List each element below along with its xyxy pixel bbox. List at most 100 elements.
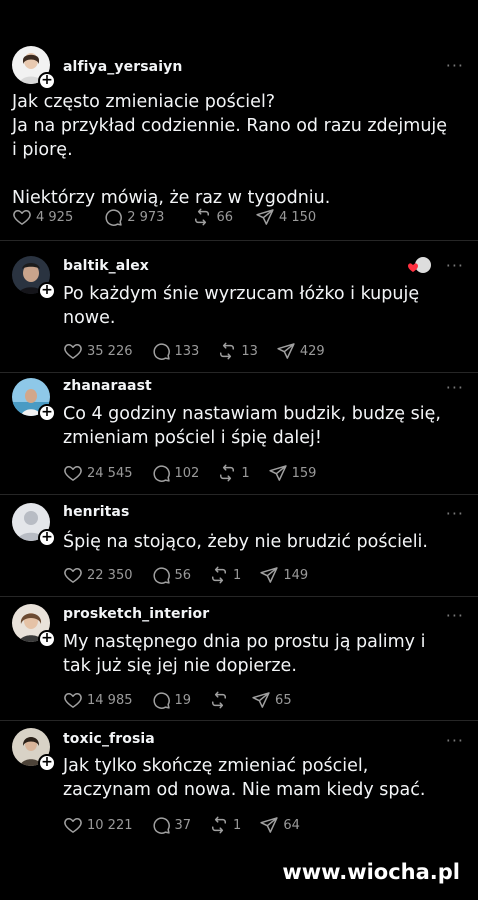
more-icon[interactable]: ··· (446, 504, 464, 523)
share-button[interactable]: 65 (251, 690, 292, 710)
comment-count: 56 (174, 567, 192, 583)
avatar[interactable]: + (12, 256, 56, 300)
share-count: 64 (283, 817, 300, 833)
more-icon[interactable]: ··· (446, 256, 464, 275)
comment-button[interactable]: 133 (151, 341, 199, 361)
avatar[interactable]: + (12, 46, 56, 90)
share-count: 65 (275, 692, 292, 708)
like-button[interactable]: 22 350 (63, 565, 133, 585)
heart-icon (12, 207, 32, 227)
reply-text: Jak tylko skończę zmieniać pościel, zacz… (63, 756, 426, 800)
follow-plus-icon[interactable]: + (38, 754, 56, 772)
reply-username[interactable]: toxic_frosia (63, 731, 155, 747)
repost-count: 13 (241, 343, 258, 359)
share-icon (251, 690, 271, 710)
reply-text: Po każdym śnie wyrzucam łóżko i kupuję n… (63, 284, 420, 328)
like-count: 22 350 (87, 567, 133, 583)
repost-button[interactable]: 1 (217, 463, 250, 483)
comment-button[interactable]: 56 (151, 565, 192, 585)
avatar[interactable]: + (12, 728, 56, 772)
divider (0, 596, 478, 597)
heart-icon (63, 565, 83, 585)
comment-icon (151, 463, 171, 483)
follow-plus-icon[interactable]: + (38, 404, 56, 422)
share-icon (276, 341, 296, 361)
repost-button[interactable]: 13 (217, 341, 258, 361)
comment-count: 102 (174, 465, 200, 481)
reply-username[interactable]: baltik_alex (63, 258, 149, 274)
comment-count: 19 (174, 692, 192, 708)
avatar[interactable]: + (12, 378, 56, 422)
reply-actions: 14 985 19 65 (63, 689, 310, 711)
like-button[interactable]: 10 221 (63, 815, 133, 835)
heart-icon (63, 815, 83, 835)
share-icon (255, 207, 275, 227)
repost-icon (192, 207, 212, 227)
repost-button[interactable]: 1 (209, 565, 241, 585)
share-count: 159 (291, 465, 317, 481)
reply-username[interactable]: prosketch_interior (63, 606, 209, 622)
reply-username[interactable]: zhanaraast (63, 378, 152, 394)
share-count: 149 (283, 567, 309, 583)
like-count: 14 985 (87, 692, 133, 708)
share-button[interactable]: 429 (276, 341, 325, 361)
share-button[interactable]: 149 (259, 565, 308, 585)
author-liked-icon (408, 257, 431, 273)
follow-plus-icon[interactable]: + (38, 529, 56, 547)
reply-username[interactable]: henritas (63, 504, 129, 520)
repost-button[interactable]: 1 (209, 815, 241, 835)
divider (0, 720, 478, 721)
repost-icon (209, 565, 229, 585)
comment-icon (151, 690, 171, 710)
divider (0, 240, 478, 241)
share-icon (259, 815, 279, 835)
comment-count: 37 (174, 817, 192, 833)
watermark: www.wiocha.pl (282, 860, 460, 884)
more-icon[interactable]: ··· (446, 56, 464, 75)
like-count: 10 221 (87, 817, 133, 833)
follow-plus-icon[interactable]: + (38, 72, 56, 90)
share-button[interactable]: 4 150 (255, 207, 316, 227)
repost-icon (209, 815, 229, 835)
repost-button[interactable]: 66 (192, 207, 233, 227)
reply-text: Co 4 godziny nastawiam budzik, budzę się… (63, 404, 441, 448)
share-button[interactable]: 64 (259, 815, 300, 835)
comment-icon (103, 207, 123, 227)
comment-icon (151, 341, 171, 361)
like-button[interactable]: 14 985 (63, 690, 133, 710)
like-count: 24 545 (87, 465, 133, 481)
like-button[interactable]: 4 925 (12, 207, 73, 227)
repost-count: 1 (241, 465, 250, 481)
heart-icon (63, 463, 83, 483)
follow-plus-icon[interactable]: + (38, 630, 56, 648)
share-icon (268, 463, 288, 483)
like-count: 4 925 (36, 209, 74, 225)
follow-plus-icon[interactable]: + (38, 282, 56, 300)
comment-button[interactable]: 19 (151, 690, 192, 710)
more-icon[interactable]: ··· (446, 731, 464, 750)
reply-actions: 10 221 37 1 64 (63, 814, 318, 836)
more-icon[interactable]: ··· (446, 606, 464, 625)
like-button[interactable]: 24 545 (63, 463, 133, 483)
repost-count: 1 (233, 567, 242, 583)
heart-icon (63, 341, 83, 361)
repost-button[interactable] (209, 690, 233, 710)
comment-button[interactable]: 102 (151, 463, 200, 483)
share-icon (259, 565, 279, 585)
post-text: Jak często zmieniacie pościel? Ja na prz… (12, 92, 448, 208)
more-icon[interactable]: ··· (446, 378, 464, 397)
post-actions: 4 925 2 973 66 4 150 (12, 206, 334, 228)
avatar[interactable]: + (12, 503, 56, 547)
comment-button[interactable]: 2 973 (103, 207, 164, 227)
like-button[interactable]: 35 226 (63, 341, 133, 361)
divider (0, 372, 478, 373)
avatar[interactable]: + (12, 604, 56, 648)
share-button[interactable]: 159 (268, 463, 317, 483)
like-count: 35 226 (87, 343, 133, 359)
post-username[interactable]: alfiya_yersaiyn (63, 59, 182, 75)
divider (0, 494, 478, 495)
reply-actions: 22 350 56 1 149 (63, 564, 326, 586)
comment-button[interactable]: 37 (151, 815, 192, 835)
repost-count: 66 (216, 209, 233, 225)
repost-icon (217, 463, 237, 483)
